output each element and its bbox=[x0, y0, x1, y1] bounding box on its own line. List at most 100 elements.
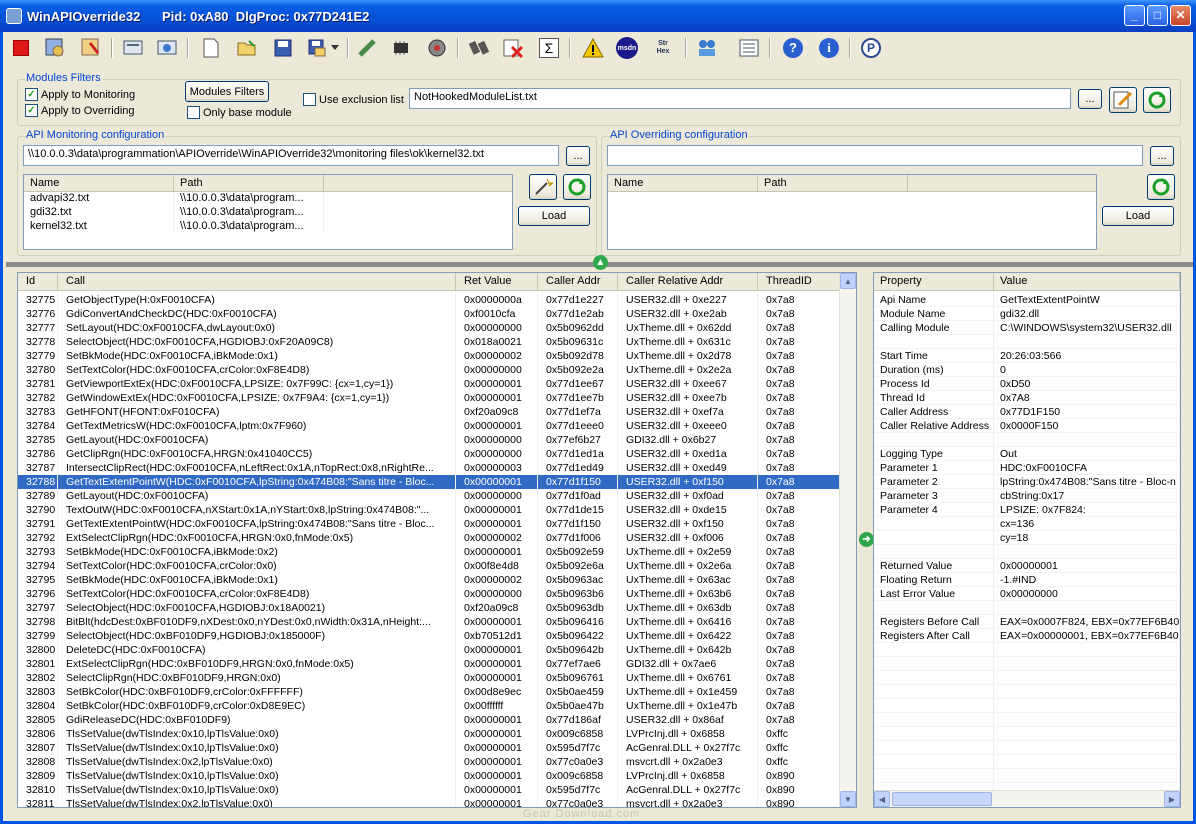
column-header-id[interactable]: Id bbox=[18, 273, 58, 290]
property-row[interactable]: Parameter 4 LPSIZE: 0x7F824: bbox=[874, 503, 1180, 517]
table-row[interactable]: 32792 ExtSelectClipRgn(HDC:0xF0010CFA,HRG… bbox=[18, 531, 856, 545]
table-row[interactable]: 32810 TlsSetValue(dwTlsIndex:0x10,lpTlsVa… bbox=[18, 783, 856, 797]
use-exclusion-list-checkbox[interactable]: Use exclusion list bbox=[303, 93, 404, 106]
property-row[interactable] bbox=[874, 643, 1180, 657]
table-row[interactable]: 32779 SetBkMode(HDC:0xF0010CFA,iBkMode:0x… bbox=[18, 349, 856, 363]
stop-icon[interactable] bbox=[9, 36, 33, 60]
table-row[interactable]: 32797 SelectObject(HDC:0xF0010CFA,HGDIOBJ… bbox=[18, 601, 856, 615]
exclusion-list-input[interactable]: NotHookedModuleList.txt bbox=[409, 88, 1071, 109]
property-row[interactable]: Registers After Call EAX=0x00000001, EBX=… bbox=[874, 629, 1180, 643]
table-row[interactable]: 32795 SetBkMode(HDC:0xF0010CFA,iBkMode:0x… bbox=[18, 573, 856, 587]
monitoring-icon[interactable] bbox=[121, 36, 145, 60]
column-header-thread-id[interactable]: ThreadID bbox=[758, 273, 840, 290]
table-row[interactable]: 32784 GetTextMetricsW(HDC:0xF0010CFA,lptm… bbox=[18, 419, 856, 433]
table-row[interactable]: 32781 GetViewportExtEx(HDC:0xF0010CFA,LPS… bbox=[18, 377, 856, 391]
property-row[interactable] bbox=[874, 769, 1180, 783]
property-row[interactable]: Last Error Value 0x00000000 bbox=[874, 587, 1180, 601]
property-row[interactable] bbox=[874, 335, 1180, 349]
table-row[interactable]: 32811 TlsSetValue(dwTlsIndex:0x2,lpTlsVal… bbox=[18, 797, 856, 807]
refresh-exclusion-button[interactable] bbox=[1143, 87, 1171, 113]
table-row[interactable]: 32796 SetTextColor(HDC:0xF0010CFA,crColor… bbox=[18, 587, 856, 601]
property-row[interactable]: Thread Id 0x7A8 bbox=[874, 391, 1180, 405]
property-row[interactable]: Duration (ms) 0 bbox=[874, 363, 1180, 377]
title-bar[interactable]: WinAPIOverride32 Pid: 0xA80 DlgProc: 0x7… bbox=[0, 0, 1196, 32]
chevron-down-icon[interactable] bbox=[329, 36, 341, 60]
table-row[interactable]: 32778 SelectObject(HDC:0xF0010CFA,HGDIOBJ… bbox=[18, 335, 856, 349]
table-row[interactable]: 32791 GetTextExtentPointW(HDC:0xF0010CFA,… bbox=[18, 517, 856, 531]
refresh-overriding-button[interactable] bbox=[1147, 174, 1175, 200]
list-item[interactable]: advapi32.txt \\10.0.0.3\data\program... bbox=[24, 192, 512, 206]
scroll-down-icon[interactable]: ▼ bbox=[840, 791, 856, 807]
list-view-icon[interactable] bbox=[737, 36, 761, 60]
property-row[interactable] bbox=[874, 601, 1180, 615]
exclusion-browse-button[interactable]: ... bbox=[1078, 89, 1102, 109]
refresh-monitoring-button[interactable] bbox=[563, 174, 591, 200]
apply-overriding-checkbox[interactable]: ✓ Apply to Overriding bbox=[25, 104, 135, 117]
column-header-path[interactable]: Path bbox=[758, 175, 908, 191]
table-row[interactable]: 32776 GdiConvertAndCheckDC(HDC:0xF0010CFA… bbox=[18, 307, 856, 321]
property-row[interactable] bbox=[874, 727, 1180, 741]
property-row[interactable]: Calling Module C:\WINDOWS\system32\USER32… bbox=[874, 321, 1180, 335]
info-icon[interactable]: i bbox=[817, 36, 841, 60]
property-row[interactable]: Caller Address 0x77D1F150 bbox=[874, 405, 1180, 419]
property-row[interactable] bbox=[874, 713, 1180, 727]
property-row[interactable]: Floating Return -1.#IND bbox=[874, 573, 1180, 587]
overriding-icon[interactable] bbox=[155, 36, 179, 60]
property-row[interactable]: Parameter 2 lpString:0x474B08:"Sans titre… bbox=[874, 475, 1180, 489]
table-row[interactable]: 32798 BitBlt(hdcDest:0xBF010DF9,nXDest:0x… bbox=[18, 615, 856, 629]
table-row[interactable]: 32801 ExtSelectClipRgn(HDC:0xBF010DF9,HRG… bbox=[18, 657, 856, 671]
help-icon[interactable]: ? bbox=[781, 36, 805, 60]
table-row[interactable]: 32788 GetTextExtentPointW(HDC:0xF0010CFA,… bbox=[18, 475, 856, 489]
horizontal-scrollbar[interactable]: ◀ ▶ bbox=[874, 790, 1180, 807]
property-row[interactable]: Module Name gdi32.dll bbox=[874, 307, 1180, 321]
sigma-icon[interactable]: Σ bbox=[537, 36, 561, 60]
property-row[interactable]: cy=18 bbox=[874, 531, 1180, 545]
users-icon[interactable] bbox=[695, 36, 719, 60]
chip-icon[interactable] bbox=[389, 36, 413, 60]
find-icon[interactable] bbox=[467, 36, 491, 60]
property-row[interactable] bbox=[874, 755, 1180, 769]
modules-filters-button[interactable]: Modules Filters bbox=[185, 81, 269, 102]
table-row[interactable]: 32803 SetBkColor(HDC:0xBF010DF9,crColor:0… bbox=[18, 685, 856, 699]
column-header-caller-relative-addr[interactable]: Caller Relative Addr bbox=[618, 273, 758, 290]
property-row[interactable]: Parameter 3 cbString:0x17 bbox=[874, 489, 1180, 503]
column-header-caller-addr[interactable]: Caller Addr bbox=[538, 273, 618, 290]
vertical-scrollbar[interactable]: ▲ ▼ bbox=[839, 273, 856, 807]
column-header-property[interactable]: Property bbox=[874, 273, 994, 290]
property-row[interactable]: Logging Type Out bbox=[874, 447, 1180, 461]
property-row[interactable]: Process Id 0xD50 bbox=[874, 377, 1180, 391]
table-row[interactable]: 32775 GetObjectType(H:0xF0010CFA) 0x000000… bbox=[18, 293, 856, 307]
scroll-up-icon[interactable]: ▲ bbox=[840, 273, 856, 289]
property-row[interactable]: Caller Relative Address 0x0000F150 bbox=[874, 419, 1180, 433]
property-row[interactable]: Api Name GetTextExtentPointW bbox=[874, 293, 1180, 307]
save-icon[interactable] bbox=[271, 36, 295, 60]
table-row[interactable]: 32786 GetClipRgn(HDC:0xF0010CFA,HRGN:0x41… bbox=[18, 447, 856, 461]
close-button[interactable]: ✕ bbox=[1170, 5, 1191, 26]
table-row[interactable]: 32807 TlsSetValue(dwTlsIndex:0x10,lpTlsVa… bbox=[18, 741, 856, 755]
table-row[interactable]: 32789 GetLayout(HDC:0xF0010CFA) 0x00000000… bbox=[18, 489, 856, 503]
property-row[interactable] bbox=[874, 545, 1180, 559]
add-monitoring-file-button[interactable] bbox=[529, 174, 557, 200]
table-row[interactable]: 32799 SelectObject(HDC:0xBF010DF9,HGDIOBJ… bbox=[18, 629, 856, 643]
table-row[interactable]: 32808 TlsSetValue(dwTlsIndex:0x2,lpTlsVal… bbox=[18, 755, 856, 769]
table-row[interactable]: 32790 TextOutW(HDC:0xF0010CFA,nXStart:0x1… bbox=[18, 503, 856, 517]
table-row[interactable]: 32802 SelectClipRgn(HDC:0xBF010DF9,HRGN:0… bbox=[18, 671, 856, 685]
collapse-up-icon[interactable]: ▲ bbox=[593, 255, 608, 270]
table-row[interactable]: 32787 IntersectClipRect(HDC:0xF0010CFA,nL… bbox=[18, 461, 856, 475]
table-row[interactable]: 32785 GetLayout(HDC:0xF0010CFA) 0x00000000… bbox=[18, 433, 856, 447]
processes-icon[interactable] bbox=[425, 36, 449, 60]
monitoring-load-button[interactable]: Load bbox=[518, 206, 590, 226]
column-header-name[interactable]: Name bbox=[24, 175, 174, 191]
column-header-name[interactable]: Name bbox=[608, 175, 758, 191]
table-row[interactable]: 32804 SetBkColor(HDC:0xBF010DF9,crColor:0… bbox=[18, 699, 856, 713]
column-header-ret-value[interactable]: Ret Value bbox=[456, 273, 538, 290]
property-row[interactable] bbox=[874, 685, 1180, 699]
apply-monitoring-checkbox[interactable]: ✓ Apply to Monitoring bbox=[25, 88, 135, 101]
memory-icon[interactable] bbox=[355, 36, 379, 60]
msdn-icon[interactable]: msdn bbox=[615, 36, 639, 60]
property-row[interactable]: Registers Before Call EAX=0x0007F824, EBX… bbox=[874, 615, 1180, 629]
monitoring-browse-button[interactable]: ... bbox=[566, 146, 590, 166]
property-row[interactable] bbox=[874, 433, 1180, 447]
scroll-left-icon[interactable]: ◀ bbox=[874, 791, 890, 807]
property-row[interactable]: Start Time 20:26:03:566 bbox=[874, 349, 1180, 363]
